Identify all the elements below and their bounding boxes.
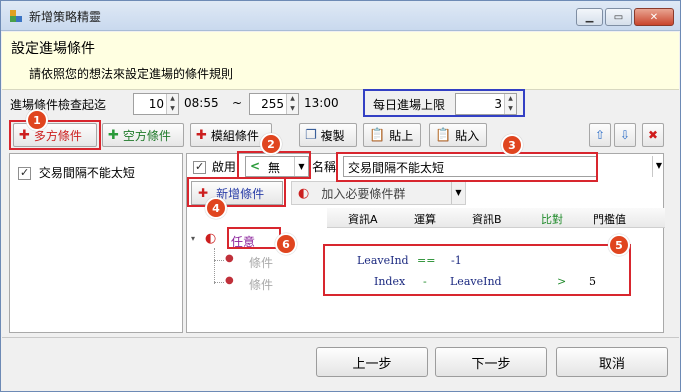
start-bar-value: 10 (148, 97, 164, 111)
group-venn-icon: ◐ (298, 185, 310, 201)
paste-into-icon: 📋 (435, 127, 452, 143)
collapse-icon[interactable]: ▾ (191, 234, 195, 243)
end-bar-value: 255 (261, 97, 284, 111)
maximize-button[interactable]: ▭ (605, 8, 632, 26)
col-operation[interactable]: 運算 (414, 211, 436, 227)
start-time-text: 08:55 (184, 96, 219, 110)
list-item-label: 交易間隔不能太短 (38, 166, 135, 180)
daily-limit-value: 3 (494, 97, 502, 111)
arrow-up-icon: ⇧ (594, 128, 606, 142)
daily-limit-label: 每日進場上限 (373, 98, 446, 112)
col-info-b[interactable]: 資訊B (472, 211, 502, 227)
name-label: 名稱 (312, 160, 337, 174)
next-button[interactable]: 下一步 (435, 347, 547, 377)
step-badge: 5 (608, 234, 630, 256)
paste-icon: 📋 (369, 127, 386, 143)
window-title: 新增策略精靈 (29, 10, 102, 24)
short-condition-label: 空方條件 (122, 128, 171, 143)
scroll-arrow-icon[interactable]: ▼ (652, 156, 665, 177)
enable-checkbox[interactable] (193, 160, 206, 174)
step-badge: 1 (26, 109, 48, 131)
plus-icon: ✚ (196, 127, 207, 143)
grid-header: 資訊A 運算 資訊B 比對 門檻值 (327, 208, 665, 228)
end-bar-stepper[interactable]: 255 ▲ ▼ (249, 93, 299, 115)
page-subtitle: 請依照您的想法來設定進場的條件規則 (29, 67, 234, 81)
copy-button[interactable]: ❐ 複製 (299, 123, 357, 147)
tree-line (214, 282, 224, 283)
tree-line (214, 260, 224, 261)
move-up-button[interactable]: ⇧ (589, 123, 611, 147)
strategy-list: 交易間隔不能太短 (9, 153, 183, 333)
short-condition-button[interactable]: ✚ 空方條件 (102, 123, 184, 147)
delete-x-icon: ✖ (647, 128, 659, 142)
copy-label: 複製 (320, 128, 345, 143)
stepper-arrows-icon[interactable]: ▲ ▼ (286, 94, 298, 114)
paste-label: 貼上 (389, 128, 414, 143)
app-icon (10, 10, 22, 22)
wizard-window: 新增策略精靈 ▁ ▭ ✕ 設定進場條件 請依照您的想法來設定進場的條件規則 進場… (0, 0, 681, 392)
title-bar: 新增策略精靈 ▁ ▭ ✕ (1, 1, 680, 31)
col-info-a[interactable]: 資訊A (348, 211, 378, 227)
tree-node-label[interactable]: 條件 (249, 276, 273, 293)
step-badge: 4 (205, 197, 227, 219)
highlight-box-3 (336, 152, 598, 182)
copy-icon: ❐ (305, 127, 317, 143)
move-down-button[interactable]: ⇩ (614, 123, 636, 147)
col-compare[interactable]: 比對 (541, 211, 563, 227)
maximize-icon: ▭ (613, 11, 624, 23)
stepper-arrows-icon[interactable]: ▲ ▼ (504, 94, 516, 114)
add-group-label: 加入必要條件群 (321, 186, 406, 201)
step-badge: 3 (501, 134, 523, 156)
tree-line (214, 248, 215, 284)
enable-toggle[interactable]: 啟用 (193, 158, 236, 175)
add-required-group-button[interactable]: ◐ 加入必要條件群 ▼ (291, 181, 466, 205)
any-group-venn-icon: ◐ (205, 231, 217, 246)
col-threshold[interactable]: 門檻值 (593, 211, 626, 227)
minimize-icon: ▁ (585, 11, 594, 23)
highlight-box-6 (227, 227, 281, 249)
condition-dot-icon: ● (225, 253, 234, 264)
enable-label: 啟用 (211, 160, 236, 174)
page-title: 設定進場條件 (11, 41, 95, 57)
end-time-text: 13:00 (304, 96, 339, 110)
highlight-box-5 (323, 244, 631, 296)
highlight-box-2 (237, 151, 311, 179)
condition-dot-icon: ● (225, 275, 234, 286)
highlight-box-4 (187, 177, 286, 207)
time-range-label: 進場條件檢查起迄 (10, 98, 107, 112)
item-checkbox[interactable] (18, 166, 31, 180)
plus-icon: ✚ (108, 127, 119, 143)
stepper-arrows-icon[interactable]: ▲ ▼ (166, 94, 178, 114)
close-icon: ✕ (649, 11, 659, 23)
arrow-down-icon: ⇩ (619, 128, 631, 142)
paste-into-button[interactable]: 📋 貼入 (429, 123, 487, 147)
header-banner: 設定進場條件 請依照您的想法來設定進場的條件規則 (2, 32, 679, 90)
daily-limit-stepper[interactable]: 3 ▲ ▼ (455, 93, 517, 115)
minimize-button[interactable]: ▁ (576, 8, 603, 26)
start-bar-stepper[interactable]: 10 ▲ ▼ (133, 93, 179, 115)
cancel-button[interactable]: 取消 (556, 347, 668, 377)
paste-into-label: 貼入 (455, 128, 480, 143)
dropdown-arrow-icon[interactable]: ▼ (451, 182, 465, 204)
list-item[interactable]: 交易間隔不能太短 (18, 164, 135, 181)
module-condition-label: 模組條件 (210, 128, 259, 143)
paste-button[interactable]: 📋 貼上 (363, 123, 421, 147)
step-badge: 6 (275, 233, 297, 255)
tree-node-label[interactable]: 條件 (249, 254, 273, 271)
step-badge: 2 (260, 133, 282, 155)
range-separator: ~ (232, 96, 243, 110)
prev-button[interactable]: 上一步 (316, 347, 428, 377)
highlight-box-1 (9, 120, 101, 150)
footer-divider (2, 337, 679, 338)
delete-button[interactable]: ✖ (642, 123, 664, 147)
close-button[interactable]: ✕ (634, 8, 674, 26)
